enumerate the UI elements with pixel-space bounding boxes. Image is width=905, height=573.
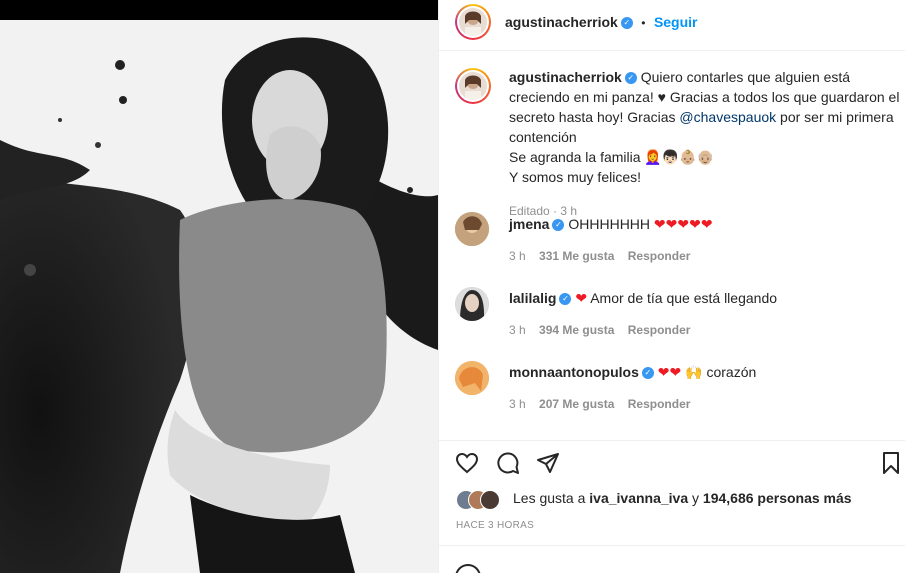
comment-likes[interactable]: 207 Me gusta <box>539 397 614 411</box>
reply-button[interactable]: Responder <box>628 249 691 263</box>
action-bar <box>439 440 905 481</box>
comment-username[interactable]: monnaantonopulos <box>509 364 639 380</box>
author-username[interactable]: agustinacherriok <box>505 14 618 30</box>
photo-illustration <box>0 20 438 573</box>
comment: monnaantonopulos ✓ ❤❤ 🙌 corazón <box>509 363 869 381</box>
liker-avatars <box>456 490 512 510</box>
comment-username[interactable]: lalilalig <box>509 290 556 306</box>
comment-likes[interactable]: 394 Me gusta <box>539 323 614 337</box>
add-comment-bar <box>439 545 905 573</box>
likes-conj: y <box>692 490 700 506</box>
reply-button[interactable]: Responder <box>628 323 691 337</box>
caption-mention[interactable]: @chavespauok <box>679 109 776 125</box>
heart-emojis: ❤❤ <box>657 364 682 380</box>
post-panel: agustinacherriok ✓ • Seguir agustinacherr… <box>438 0 905 573</box>
like-heart-icon[interactable] <box>455 451 479 475</box>
comment-username[interactable]: jmena <box>509 216 549 232</box>
comment-meta: 3 h 394 Me gusta Responder <box>509 323 690 337</box>
author-avatar[interactable] <box>455 4 491 40</box>
heart-emojis: ❤❤❤❤❤ <box>653 216 713 232</box>
liker-username[interactable]: iva_ivanna_iva <box>589 490 688 506</box>
caption-line-3: Se agranda la familia 👩‍🦰👦🏻👶🏼👴🏼 <box>509 149 715 165</box>
comment: jmena ✓ OHHHHHHH ❤❤❤❤❤ <box>509 215 869 233</box>
caption-avatar[interactable] <box>455 68 491 104</box>
comment-avatar[interactable] <box>455 212 489 246</box>
reply-button[interactable]: Responder <box>628 397 691 411</box>
verified-icon: ✓ <box>624 72 637 85</box>
caption-line-4: Y somos muy felices! <box>509 169 642 185</box>
comment-icon[interactable] <box>496 451 520 475</box>
comment: lalilalig ✓ ❤ Amor de tía que está llegan… <box>509 289 869 307</box>
raised-hands-emoji: 🙌 <box>685 364 703 380</box>
post-image <box>0 20 438 573</box>
post-photo[interactable] <box>0 0 438 573</box>
caption-username[interactable]: agustinacherriok <box>509 69 622 85</box>
verified-icon: ✓ <box>559 293 572 306</box>
comment-likes[interactable]: 331 Me gusta <box>539 249 614 263</box>
comment-text: OHHHHHHH <box>568 216 651 232</box>
emoji-icon[interactable] <box>455 564 481 573</box>
comment-meta: 3 h 331 Me gusta Responder <box>509 249 690 263</box>
likes-count[interactable]: 194,686 personas más <box>703 490 852 506</box>
comment-time: 3 h <box>509 249 526 263</box>
dot-separator: • <box>641 16 646 30</box>
post-time-ago: HACE 3 HORAS <box>456 520 535 531</box>
heart-emojis: ❤ <box>575 290 588 306</box>
comment-avatar[interactable] <box>455 361 489 395</box>
follow-button[interactable]: Seguir <box>654 14 698 30</box>
likes-prefix: Les gusta a <box>513 490 586 506</box>
comment-meta: 3 h 207 Me gusta Responder <box>509 397 690 411</box>
verified-icon: ✓ <box>552 219 565 232</box>
verified-icon: ✓ <box>620 16 633 29</box>
post-header: agustinacherriok ✓ • Seguir <box>439 0 905 51</box>
post-caption: agustinacherriok ✓ Quiero contarles que a… <box>509 67 904 221</box>
comment-text: Amor de tía que está llegando <box>590 290 778 306</box>
comment-text: corazón <box>706 364 757 380</box>
verified-icon: ✓ <box>641 367 654 380</box>
save-bookmark-icon[interactable] <box>881 451 901 475</box>
comment-avatar[interactable] <box>455 287 489 321</box>
likes-summary: Les gusta a iva_ivanna_iva y 194,686 per… <box>513 490 852 506</box>
comment-time: 3 h <box>509 397 526 411</box>
comment-time: 3 h <box>509 323 526 337</box>
share-icon[interactable] <box>536 451 560 475</box>
